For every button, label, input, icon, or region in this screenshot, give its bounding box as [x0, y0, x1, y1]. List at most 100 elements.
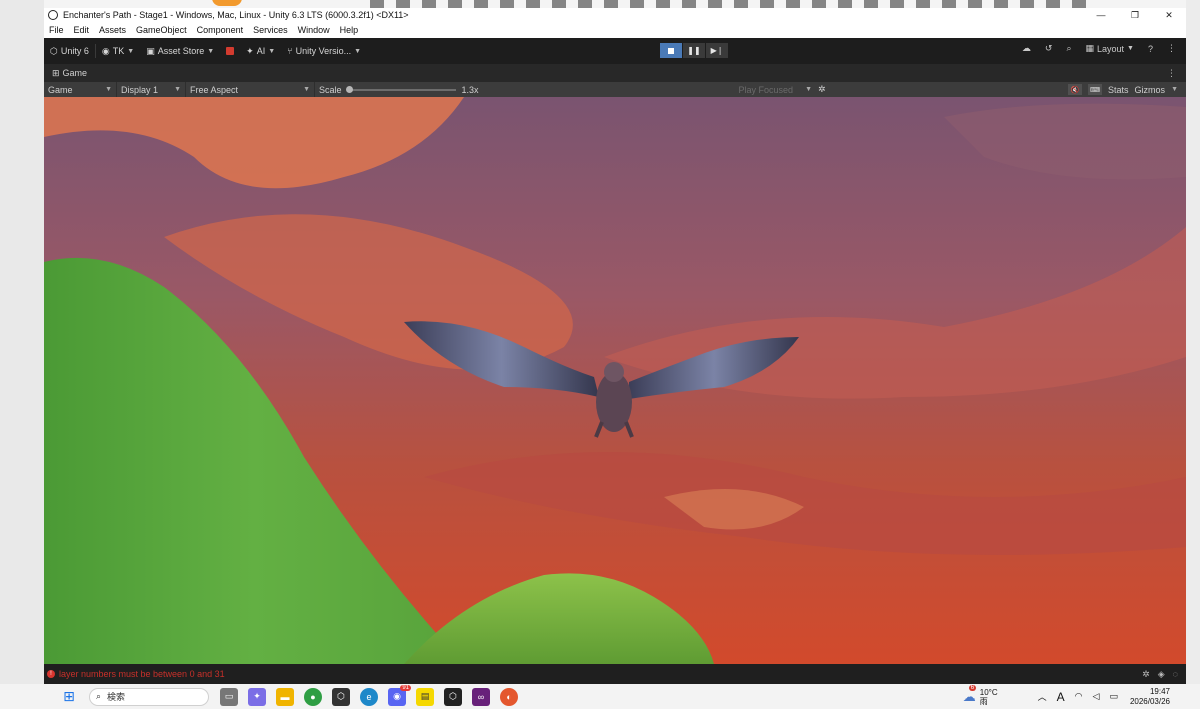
gamepad-icon: ⊞	[52, 67, 60, 78]
pause-button[interactable]: ❚❚	[683, 43, 705, 58]
chevron-up-icon[interactable]: ︿	[1038, 690, 1047, 703]
battery-icon[interactable]: ▭	[1109, 691, 1118, 702]
window-controls: — ❐ ✕	[1084, 8, 1186, 22]
notification-red-icon	[226, 47, 235, 55]
weather-badge: 6	[968, 684, 977, 691]
search-icon[interactable]: ⌕	[1066, 43, 1071, 54]
shopping-bag-icon: ▣	[146, 45, 155, 56]
status-bar-icons: ✲ ◈ ◌	[1142, 669, 1178, 680]
view-mode-dropdown[interactable]: Game ▼	[44, 82, 117, 97]
tab-game[interactable]: ⊞ Game	[44, 68, 95, 79]
ai-label: AI	[256, 46, 266, 56]
menu-window[interactable]: Window	[293, 25, 335, 35]
search-icon: ⌕	[96, 691, 102, 701]
weather-widget[interactable]: ☁ 6 10°C 雨	[963, 684, 998, 706]
file-explorer-icon[interactable]: ▬	[276, 687, 294, 706]
unity-editor-icon[interactable]: ⬡	[444, 687, 462, 706]
history-icon[interactable]: ↺	[1045, 43, 1053, 54]
aspect-label: Free Aspect	[190, 84, 239, 95]
menu-gameobject[interactable]: GameObject	[131, 25, 192, 35]
chevron-down-icon: ▼	[105, 86, 112, 93]
menu-help[interactable]: Help	[335, 25, 364, 35]
chevron-down-icon[interactable]: ▼	[1171, 86, 1178, 93]
menu-edit[interactable]: Edit	[69, 25, 95, 35]
account-dropdown[interactable]: ◉ TK ▼	[96, 46, 140, 57]
step-button[interactable]: ▶❘	[706, 43, 728, 58]
close-button[interactable]: ✕	[1152, 8, 1186, 22]
asset-store-dropdown[interactable]: ▣ Asset Store ▼	[140, 46, 220, 57]
unity-hub-icon[interactable]: ⬡	[332, 687, 350, 706]
discord-icon[interactable]: ◉ 91	[388, 684, 411, 706]
layout-label: Layout	[1097, 43, 1125, 54]
menu-file[interactable]: File	[44, 25, 69, 35]
weather-temp: 10°C	[979, 687, 998, 697]
play-controls: ❚❚ ▶❘	[660, 43, 729, 58]
console-status-bar[interactable]: ! layer numbers must be between 0 and 31…	[44, 664, 1186, 684]
app-orange-icon[interactable]: ◐	[500, 687, 518, 706]
menu-component[interactable]: Component	[192, 25, 249, 35]
visual-studio-icon[interactable]: ∞	[472, 687, 490, 706]
ime-indicator[interactable]: A	[1057, 690, 1065, 704]
version-control-dropdown[interactable]: ⑂ Unity Versio... ▼	[281, 46, 367, 56]
cache-server-icon[interactable]: ◈	[1158, 669, 1165, 680]
help-icon[interactable]: ?	[1148, 44, 1153, 54]
keyboard-icon[interactable]: ⌨	[1088, 84, 1103, 95]
progress-check-icon[interactable]: ◌	[1173, 669, 1178, 680]
outer-frame-right	[1186, 0, 1200, 688]
layout-dropdown[interactable]: ▦ Layout ▼	[1086, 43, 1134, 54]
unity-account-menu[interactable]: ⬡ Unity 6	[44, 46, 95, 57]
windows-start-icon[interactable]: ⊞	[60, 688, 78, 706]
window-titlebar[interactable]: Enchanter's Path - Stage1 - Windows, Mac…	[44, 8, 1186, 22]
play-mode-label: Play Focused	[738, 84, 794, 95]
tab-options-icon[interactable]: ⋮	[1167, 68, 1176, 79]
outer-frame-left	[0, 0, 44, 688]
stats-button[interactable]: Stats	[1108, 85, 1129, 95]
scale-slider[interactable]	[345, 85, 456, 93]
minimize-button[interactable]: —	[1084, 8, 1118, 22]
task-view-icon[interactable]: ▭	[220, 687, 238, 706]
layout-icon: ▦	[1085, 43, 1095, 53]
mute-audio-icon[interactable]: 🔇	[1068, 84, 1083, 95]
maximize-button[interactable]: ❐	[1118, 8, 1152, 22]
edge-icon[interactable]: e	[360, 687, 378, 706]
console-error-message[interactable]: layer numbers must be between 0 and 31	[59, 669, 225, 679]
bug-icon[interactable]: ✲	[818, 84, 826, 95]
chevron-down-icon: ▼	[174, 86, 181, 93]
gizmos-button[interactable]: Gizmos	[1135, 85, 1166, 95]
menu-assets[interactable]: Assets	[94, 25, 131, 35]
unity-label: Unity 6	[60, 46, 89, 56]
background-decoration-orange	[212, 0, 242, 6]
wifi-icon[interactable]: ◠	[1075, 691, 1083, 702]
ai-dropdown[interactable]: ✦ AI ▼	[240, 46, 281, 57]
outer-frame-top	[0, 0, 1200, 8]
sparkle-icon: ✦	[246, 45, 254, 56]
windows-taskbar: ⊞ ⌕ 検索 ▭ ✦ ▬ ● ⬡ e ◉ 91 ▤ ⬡ ∞ ◐ ☁ 6 10°C…	[0, 684, 1200, 709]
sticky-notes-icon[interactable]: ▤	[416, 687, 434, 706]
weather-text: 10°C 雨	[980, 688, 998, 706]
aspect-dropdown[interactable]: Free Aspect ▼	[186, 82, 315, 97]
play-mode-dropdown[interactable]: Play Focused ▼ ✲	[735, 82, 830, 97]
display-label: Display 1	[121, 84, 159, 95]
notification-button[interactable]	[220, 47, 240, 55]
game-viewport[interactable]	[44, 97, 1186, 664]
taskbar-search[interactable]: ⌕ 検索	[89, 687, 209, 706]
scale-control: Scale 1.3x	[315, 82, 483, 97]
window-title: Enchanter's Path - Stage1 - Windows, Mac…	[63, 10, 409, 20]
display-dropdown[interactable]: Display 1 ▼	[117, 82, 186, 97]
pause-icon: ❚❚	[687, 46, 701, 55]
scale-slider-knob[interactable]	[345, 85, 353, 93]
menu-services[interactable]: Services	[248, 25, 293, 35]
clock-date: 2026/03/26	[1129, 696, 1170, 706]
stop-button[interactable]	[660, 43, 682, 58]
background-decoration	[370, 0, 1090, 8]
more-icon[interactable]: ⋮	[1167, 43, 1176, 54]
copilot-icon[interactable]: ✦	[248, 687, 266, 706]
debug-icon[interactable]: ✲	[1142, 669, 1150, 680]
chrome-icon[interactable]: ●	[304, 687, 322, 706]
step-icon: ▶❘	[710, 46, 724, 55]
cloud-icon[interactable]: ☁	[1022, 43, 1031, 54]
speaker-icon[interactable]: ◁	[1093, 691, 1100, 702]
branch-icon: ⑂	[287, 46, 293, 56]
scale-value: 1.3x	[461, 84, 479, 95]
clock[interactable]: 19:47 2026/03/26	[1130, 687, 1170, 707]
